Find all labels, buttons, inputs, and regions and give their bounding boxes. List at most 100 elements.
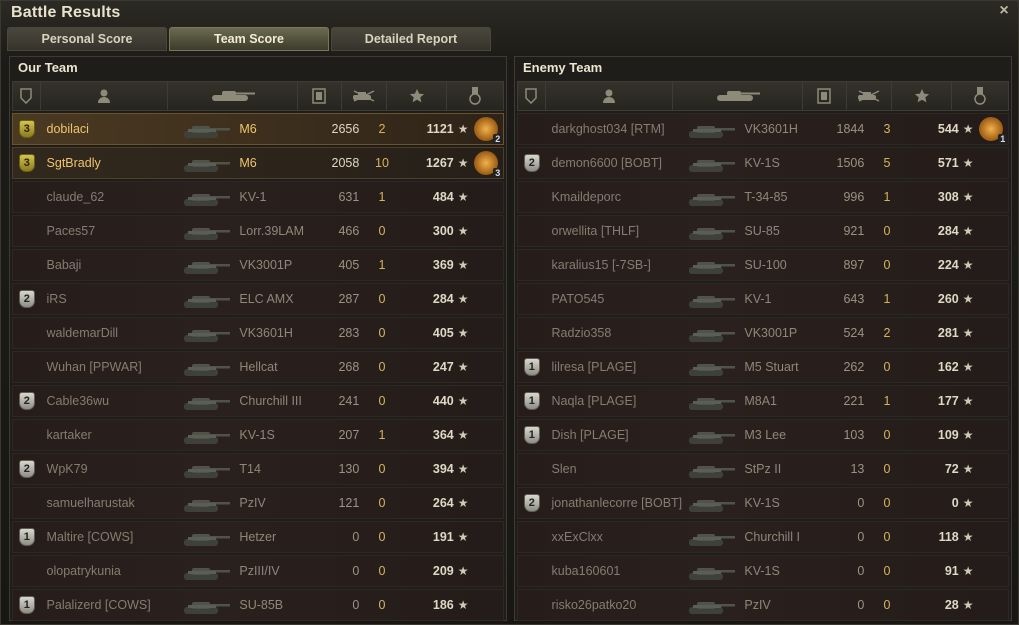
player-row[interactable]: karalius15 [-7SB-] SU-100 897 0 224 ★ xyxy=(517,249,1009,281)
player-row[interactable]: Radzio358 VK3001P 524 2 281 ★ xyxy=(517,317,1009,349)
kills-value: 0 xyxy=(883,530,891,544)
player-row[interactable]: 1 Dish [PLAGE] M3 Lee 103 0 109 ★ xyxy=(517,419,1009,451)
tank-icon xyxy=(683,284,740,314)
score-value: 72 xyxy=(944,462,959,476)
xp-value: 996 xyxy=(843,190,865,204)
xp-value: 643 xyxy=(843,292,865,306)
score-value: 264 xyxy=(432,496,454,510)
player-row[interactable]: orwellita [THLF] SU-85 921 0 284 ★ xyxy=(517,215,1009,247)
tab-team-score[interactable]: Team Score xyxy=(169,27,329,51)
vehicle-name: T-34-85 xyxy=(744,190,788,204)
player-row[interactable]: 2 WpK79 T14 130 0 394 ★ xyxy=(12,453,504,485)
xp-value: 897 xyxy=(843,258,865,272)
player-row[interactable]: 3 dobilaci M6 2656 2 1121 ★ 2 xyxy=(12,113,504,145)
xp-icon xyxy=(817,88,831,104)
score-value: 284 xyxy=(937,224,959,238)
vehicle-name: Hetzer xyxy=(239,530,277,544)
xp-value: 466 xyxy=(338,224,360,238)
star-icon: ★ xyxy=(962,394,974,408)
tank-icon xyxy=(683,522,740,552)
tank-icon xyxy=(178,386,235,416)
rank-badge-icon: 2 xyxy=(18,460,35,478)
player-row[interactable]: 1 Maltire [COWS] Hetzer 0 0 191 ★ xyxy=(12,521,504,553)
star-icon: ★ xyxy=(962,428,974,442)
player-row[interactable]: claude_62 KV-1 631 1 484 ★ xyxy=(12,181,504,213)
player-row[interactable]: xxExClxx Churchill I 0 0 118 ★ xyxy=(517,521,1009,553)
player-row[interactable]: 1 Naqla [PLAGE] M8A1 221 1 177 ★ xyxy=(517,385,1009,417)
player-row[interactable]: darkghost034 [RTM] VK3601H 1844 3 544 ★ 1 xyxy=(517,113,1009,145)
vehicle-name: KV-1 xyxy=(744,292,772,306)
player-row[interactable]: Paces57 Lorr.39LAM 466 0 300 ★ xyxy=(12,215,504,247)
player-row[interactable]: Kmaildeporc T-34-85 996 1 308 ★ xyxy=(517,181,1009,213)
tab-personal-score[interactable]: Personal Score xyxy=(7,27,167,51)
player-row[interactable]: 2 iRS ELC AMX 287 0 284 ★ xyxy=(12,283,504,315)
player-row[interactable]: waldemarDill VK3601H 283 0 405 ★ xyxy=(12,317,504,349)
kills-value: 0 xyxy=(378,564,386,578)
player-name: claude_62 xyxy=(46,190,105,204)
score-value: 191 xyxy=(432,530,454,544)
rank-badge-icon: 3 xyxy=(18,120,35,138)
vehicle-name: Churchill I xyxy=(744,530,800,544)
star-icon: ★ xyxy=(962,224,974,238)
rank-cell: 1 xyxy=(13,596,41,614)
player-name: Radzio358 xyxy=(551,326,612,340)
tank-icon xyxy=(683,182,740,212)
header-star-icon xyxy=(892,82,953,110)
player-name: Babaji xyxy=(46,258,82,272)
vehicle-name: PzIV xyxy=(239,496,266,510)
player-name: PATO545 xyxy=(551,292,605,306)
xp-value: 283 xyxy=(338,326,360,340)
kills-icon xyxy=(353,90,375,102)
vehicle-name: Churchill III xyxy=(239,394,302,408)
star-icon: ★ xyxy=(962,360,974,374)
rank-badge-icon: 2 xyxy=(523,494,540,512)
player-row[interactable]: Slen StPz II 13 0 72 ★ xyxy=(517,453,1009,485)
player-row[interactable]: 3 SgtBradly M6 2058 10 1267 ★ 3 xyxy=(12,147,504,179)
player-row[interactable]: 1 Palalizerd [COWS] SU-85B 0 0 186 ★ xyxy=(12,589,504,621)
kills-value: 5 xyxy=(883,156,891,170)
tank-icon xyxy=(178,454,235,484)
rank-cell: 3 xyxy=(13,154,41,172)
player-row[interactable]: PATO545 KV-1 643 1 260 ★ xyxy=(517,283,1009,315)
player-row[interactable]: 1 lilresa [PLAGE] M5 Stuart 262 0 162 ★ xyxy=(517,351,1009,383)
tank-icon xyxy=(178,556,235,586)
kills-value: 0 xyxy=(883,598,891,612)
rank-badge-icon: 2 xyxy=(523,154,540,172)
star-icon: ★ xyxy=(962,564,974,578)
player-row[interactable]: 2 jonathanlecorre [BOBT] KV-1S 0 0 0 ★ xyxy=(517,487,1009,519)
player-name: Dish [PLAGE] xyxy=(551,428,629,442)
vehicle-name: M5 Stuart xyxy=(744,360,799,374)
rank-cell: 3 xyxy=(13,120,41,138)
score-value: 28 xyxy=(944,598,959,612)
tab-detailed-report[interactable]: Detailed Report xyxy=(331,27,491,51)
player-row[interactable]: kuba160601 KV-1S 0 0 91 ★ xyxy=(517,555,1009,587)
xp-value: 1844 xyxy=(836,122,865,136)
player-name: Cable36wu xyxy=(46,394,110,408)
battle-results-window: Battle Results × Personal Score Team Sco… xyxy=(0,0,1019,625)
rank-badge-icon: 1 xyxy=(523,426,540,444)
close-icon[interactable]: × xyxy=(996,3,1012,19)
tank-icon xyxy=(683,454,740,484)
player-row[interactable]: samuelharustak PzIV 121 0 264 ★ xyxy=(12,487,504,519)
kills-value: 1 xyxy=(378,258,386,272)
player-row[interactable]: 2 demon6600 [BOBT] KV-1S 1506 5 571 ★ xyxy=(517,147,1009,179)
kills-value: 0 xyxy=(378,496,386,510)
player-name: dobilaci xyxy=(46,122,89,136)
player-row[interactable]: Wuhan [PPWAR] Hellcat 268 0 247 ★ xyxy=(12,351,504,383)
xp-value: 0 xyxy=(857,598,865,612)
header-xp-icon xyxy=(803,82,847,110)
xp-value: 0 xyxy=(857,564,865,578)
player-row[interactable]: Babaji VK3001P 405 1 369 ★ xyxy=(12,249,504,281)
player-row[interactable]: risko26patko20 PzIV 0 0 28 ★ xyxy=(517,589,1009,621)
vehicle-name: VK3601H xyxy=(744,122,798,136)
xp-icon xyxy=(312,88,326,104)
player-row[interactable]: olopatrykunia PzIII/IV 0 0 209 ★ xyxy=(12,555,504,587)
header-kills-icon xyxy=(342,82,388,110)
xp-value: 130 xyxy=(338,462,360,476)
rank-badge-icon: 2 xyxy=(18,290,35,308)
player-name: darkghost034 [RTM] xyxy=(551,122,665,136)
player-row[interactable]: kartaker KV-1S 207 1 364 ★ xyxy=(12,419,504,451)
player-row[interactable]: 2 Cable36wu Churchill III 241 0 440 ★ xyxy=(12,385,504,417)
our-team-panel: Our Team 3 dobilaci M6 2656 2 1121 ★ 2 3 SgtBradl… xyxy=(9,56,507,621)
header-rank-icon xyxy=(518,82,546,110)
